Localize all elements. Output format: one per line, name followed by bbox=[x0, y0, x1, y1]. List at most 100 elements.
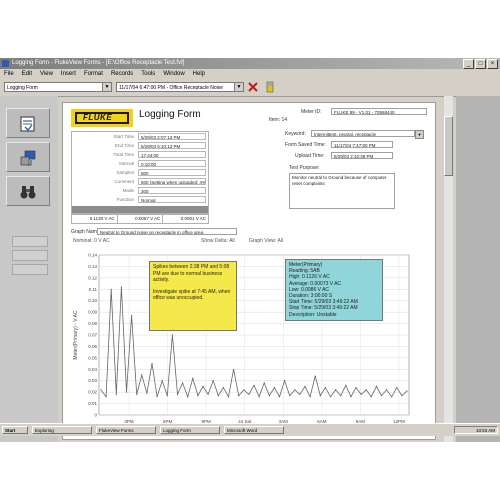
info-row-value[interactable]: 5/29/03 6:10:13 PM bbox=[138, 142, 206, 149]
form-saved-field[interactable]: 11/17/04 7:47:00 PM bbox=[331, 141, 393, 148]
form-selector[interactable]: Logging Form ▼ bbox=[4, 82, 112, 92]
data-point bbox=[304, 385, 306, 387]
info-row: Mode 300 bbox=[72, 187, 208, 195]
edit-data-button[interactable] bbox=[6, 142, 50, 172]
data-point bbox=[238, 395, 240, 397]
meter-upload-icon[interactable] bbox=[264, 81, 276, 93]
data-point bbox=[263, 382, 265, 384]
task-word[interactable]: Microsoft Word bbox=[224, 426, 284, 434]
delete-record-icon[interactable] bbox=[248, 82, 258, 92]
info-row-value[interactable]: 300 bbox=[138, 187, 206, 194]
sidebar-tab-1[interactable] bbox=[12, 236, 48, 247]
menu-records[interactable]: Records bbox=[111, 69, 133, 79]
info-row-value[interactable]: 0:10:00 bbox=[138, 160, 206, 167]
menu-format[interactable]: Format bbox=[84, 69, 103, 79]
data-point bbox=[248, 393, 250, 395]
task-logging-form[interactable]: Logging Form bbox=[160, 426, 220, 434]
minimize-button[interactable]: _ bbox=[463, 59, 474, 69]
y-tick-label: 0.07 bbox=[88, 333, 97, 338]
chevron-down-icon[interactable]: ▼ bbox=[102, 83, 111, 91]
data-point bbox=[197, 395, 199, 397]
start-button[interactable]: Start bbox=[2, 426, 28, 434]
annotation-yellow-line-2: Investigate spike at 7:45 AM, when offic… bbox=[153, 288, 231, 302]
menu-window[interactable]: Window bbox=[163, 69, 184, 79]
menu-help[interactable]: Help bbox=[193, 69, 205, 79]
info-row: Function Normal bbox=[72, 196, 208, 204]
y-tick-label: 0.05 bbox=[88, 355, 97, 360]
title-bar: Logging Form - FlukeView Forms - [E:\Off… bbox=[0, 58, 500, 69]
form-view-icon bbox=[20, 116, 35, 132]
graph-name-field[interactable]: Neutral to Ground noise on receptacle in… bbox=[97, 228, 237, 235]
record-selector[interactable]: 11/17/04 6:47:00 PM - Office Receptacle … bbox=[116, 82, 244, 92]
vertical-scrollbar[interactable] bbox=[444, 96, 453, 442]
data-point bbox=[110, 288, 112, 290]
data-point bbox=[146, 392, 148, 394]
data-point bbox=[120, 286, 122, 288]
test-purpose-field[interactable]: Monitor neutral to Ground because of com… bbox=[289, 173, 395, 209]
summary-min: 0.0001 V AC bbox=[162, 214, 208, 223]
data-point bbox=[324, 387, 326, 389]
info-row-value[interactable]: 800 bbox=[138, 169, 206, 176]
info-row-value[interactable]: 5/29/03 2:07:13 PM bbox=[138, 133, 206, 140]
data-point bbox=[289, 395, 291, 397]
data-point bbox=[182, 382, 184, 384]
close-button[interactable]: × bbox=[487, 59, 498, 69]
menu-edit[interactable]: Edit bbox=[22, 69, 32, 79]
info-row: Interval 0:10:00 bbox=[72, 160, 208, 168]
data-point bbox=[258, 396, 260, 398]
keyword-field[interactable]: Intermittent, neutral, receptacle bbox=[311, 130, 415, 137]
upload-time-field[interactable]: 5/29/03 2:10:39 PM bbox=[331, 152, 393, 159]
info-row-value[interactable]: Normal bbox=[138, 196, 206, 203]
info-row-value[interactable]: 17:44:00 bbox=[138, 151, 206, 158]
fluke-logo: FLUKE bbox=[71, 109, 133, 127]
menu-tools[interactable]: Tools bbox=[141, 69, 155, 79]
data-point bbox=[136, 393, 138, 395]
menu-file[interactable]: File bbox=[4, 69, 14, 79]
y-tick-label: 0.04 bbox=[88, 367, 97, 372]
data-point bbox=[360, 393, 362, 395]
data-point bbox=[156, 396, 158, 398]
annotation-yellow[interactable]: Spikes between 2:38 PM and 5:08 PM are d… bbox=[149, 261, 237, 331]
upload-time-label: Upload Time: bbox=[295, 153, 325, 159]
data-point bbox=[309, 396, 311, 398]
scrollbar-thumb[interactable] bbox=[444, 116, 453, 176]
binoculars-icon bbox=[20, 186, 36, 199]
meter-id-field[interactable]: FLUKE 89 - V1.01 - 70568440 bbox=[331, 108, 427, 115]
form-selector-value: Logging Form bbox=[7, 85, 38, 91]
chevron-down-icon[interactable]: ▼ bbox=[415, 130, 424, 139]
chevron-down-icon[interactable]: ▼ bbox=[234, 83, 243, 91]
info-row: Samples 800 bbox=[72, 169, 208, 177]
data-point bbox=[406, 390, 408, 392]
sidebar-tab-2[interactable] bbox=[12, 250, 48, 261]
data-point bbox=[386, 389, 388, 391]
data-point bbox=[299, 393, 301, 395]
edit-data-icon bbox=[20, 150, 36, 166]
data-point bbox=[212, 380, 214, 382]
data-point bbox=[141, 374, 143, 376]
y-tick-label: 0.08 bbox=[88, 321, 97, 326]
info-row-label: Samples bbox=[116, 170, 134, 175]
task-exploring[interactable]: Exploring bbox=[32, 426, 92, 434]
info-row-label: End Time bbox=[114, 143, 134, 148]
annotation-cyan[interactable]: Meter(Primary) Reading: 5AB High: 0.1126 V… bbox=[285, 259, 383, 321]
info-row: Total Time 17:44:00 bbox=[72, 151, 208, 159]
cyan-lines: Meter(Primary) Reading: 5AB High: 0.1126 V… bbox=[289, 262, 379, 318]
y-tick-label: 0.13 bbox=[88, 264, 97, 269]
menu-view[interactable]: View bbox=[40, 69, 53, 79]
menu-insert[interactable]: Insert bbox=[61, 69, 76, 79]
data-point bbox=[115, 393, 117, 395]
maximize-button[interactable]: □ bbox=[475, 59, 486, 69]
y-tick-label: 0.06 bbox=[88, 344, 97, 349]
sidebar-tab-3[interactable] bbox=[12, 264, 48, 275]
info-row-value[interactable]: 500 (Setting when uploaded: 4%) bbox=[138, 178, 206, 185]
data-point bbox=[350, 396, 352, 398]
data-point bbox=[161, 380, 163, 382]
data-point bbox=[401, 395, 403, 397]
data-point bbox=[171, 334, 173, 336]
form-view-button[interactable] bbox=[6, 108, 50, 138]
data-point bbox=[243, 389, 245, 391]
data-point bbox=[391, 396, 393, 398]
app-icon bbox=[2, 60, 9, 67]
task-flukeview[interactable]: FlukeView Forms bbox=[96, 426, 156, 434]
find-button[interactable] bbox=[6, 176, 50, 206]
